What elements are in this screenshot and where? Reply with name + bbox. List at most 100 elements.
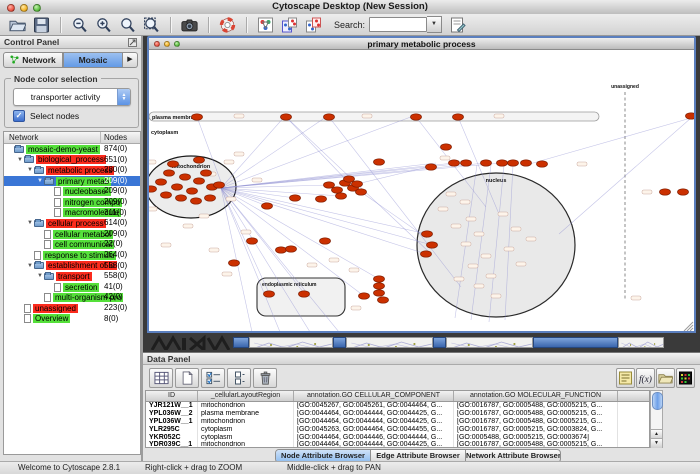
network-node[interactable]: [686, 113, 695, 119]
network-node[interactable]: [262, 203, 273, 209]
collapse-arrow-icon[interactable]: ▼: [26, 220, 34, 226]
network-node[interactable]: [481, 160, 492, 166]
collapse-arrow-icon[interactable]: ▼: [36, 178, 44, 184]
column-header[interactable]: annotation.GO CELLULAR_COMPONENT: [294, 391, 454, 401]
network-node[interactable]: [324, 182, 335, 188]
network-node[interactable]: [374, 159, 385, 165]
collapse-arrow-icon[interactable]: ▼: [16, 157, 24, 163]
minimize-button[interactable]: [20, 4, 28, 12]
select-nodes-checkbox[interactable]: ✓: [13, 110, 25, 122]
network-node[interactable]: [276, 247, 287, 253]
network-node[interactable]: [164, 170, 175, 176]
help-icon[interactable]: [216, 15, 238, 34]
window-resize-grip[interactable]: [684, 322, 693, 331]
network-node[interactable]: [461, 160, 472, 166]
minimized-window-thumbnail[interactable]: [446, 337, 533, 348]
collapse-arrow-icon[interactable]: ▼: [36, 273, 44, 279]
delete-icon[interactable]: [253, 368, 277, 388]
network-node[interactable]: [332, 187, 343, 193]
notes-icon[interactable]: [616, 368, 635, 388]
network-node[interactable]: [508, 160, 519, 166]
network-node[interactable]: [168, 161, 179, 167]
network-node[interactable]: [411, 114, 422, 120]
network-node[interactable]: [352, 181, 363, 187]
network-node[interactable]: [427, 242, 438, 248]
tree-row[interactable]: nitrogen compo209(0): [4, 197, 140, 208]
minimized-network-glyph[interactable]: [150, 335, 232, 350]
network-node[interactable]: [247, 238, 258, 244]
table-row[interactable]: YPL036W__1mitochondrion[GO:0044464, GO:0…: [146, 418, 649, 426]
search-input[interactable]: [369, 17, 427, 32]
network-node[interactable]: [344, 176, 355, 182]
zoom-fit-icon[interactable]: [140, 15, 162, 34]
unselect-attributes-icon[interactable]: [227, 368, 251, 388]
network-node[interactable]: [374, 283, 385, 289]
network-node[interactable]: [149, 186, 157, 192]
network-node[interactable]: [678, 189, 689, 195]
minimized-window-titlebar[interactable]: [433, 337, 446, 348]
tree-row[interactable]: ▼primary metab209(0): [4, 176, 140, 187]
collapse-arrow-icon[interactable]: ▼: [26, 167, 34, 173]
network-node[interactable]: [191, 198, 202, 204]
network-node[interactable]: [290, 195, 301, 201]
tab-network[interactable]: Network: [3, 52, 63, 68]
minimized-window-titlebar[interactable]: [533, 337, 618, 348]
tab-mosaic[interactable]: Mosaic: [63, 52, 123, 68]
tree-row[interactable]: ▼cellular process614(0): [4, 218, 140, 229]
network-node[interactable]: [316, 196, 327, 202]
import-folder-icon[interactable]: [656, 368, 675, 388]
minimized-window-thumbnail[interactable]: [618, 337, 664, 348]
scroll-down-arrow[interactable]: ▼: [651, 438, 662, 448]
network-node[interactable]: [299, 291, 310, 297]
table-row[interactable]: YLR295Ccytoplasm[GO:0045263, GO:0044464,…: [146, 426, 649, 434]
network-node[interactable]: [187, 188, 198, 194]
minimized-window-thumbnail[interactable]: [249, 337, 333, 348]
network-node[interactable]: [497, 160, 508, 166]
network-node[interactable]: [660, 189, 671, 195]
network-node[interactable]: [205, 195, 216, 201]
table-row[interactable]: YPL036W__2plasma membrane[GO:0044464, GO…: [146, 410, 649, 418]
select-attributes-icon[interactable]: [201, 368, 225, 388]
network-node[interactable]: [156, 179, 167, 185]
network-node[interactable]: [161, 192, 172, 198]
network-tool-icon-2[interactable]: [278, 15, 300, 34]
tree-row[interactable]: ▼establishment of lo558(0): [4, 261, 140, 272]
matrix-icon[interactable]: [676, 368, 695, 388]
zoom-out-icon[interactable]: [68, 15, 90, 34]
table-icon[interactable]: [149, 368, 173, 388]
tab-overflow-arrow[interactable]: ▶: [123, 52, 138, 68]
network-node[interactable]: [421, 251, 432, 257]
network-node[interactable]: [426, 164, 437, 170]
network-node[interactable]: [378, 297, 389, 303]
network-node[interactable]: [441, 144, 452, 150]
tree-row[interactable]: ▼biological_process651(0): [4, 155, 140, 166]
node-color-dropdown[interactable]: transporter activity ▲▼: [13, 88, 131, 106]
zoom-in-icon[interactable]: [92, 15, 114, 34]
table-vertical-scrollbar[interactable]: ▲ ▼: [650, 390, 663, 448]
network-node[interactable]: [336, 193, 347, 199]
network-node[interactable]: [521, 160, 532, 166]
table-row[interactable]: YKR052Ccytoplasm[GO:0044464, GO:0044446,…: [146, 434, 649, 442]
function-icon[interactable]: f(x): [636, 368, 655, 388]
network-node[interactable]: [214, 182, 225, 188]
float-panel-icon[interactable]: [128, 38, 137, 47]
network-node[interactable]: [201, 170, 212, 176]
network-node[interactable]: [374, 290, 385, 296]
network-node[interactable]: [194, 178, 205, 184]
network-canvas[interactable]: plasma membranecytoplasmmitochondrionnuc…: [149, 50, 694, 331]
tree-row[interactable]: nucleobase-209(0): [4, 186, 140, 197]
tree-row[interactable]: cellular metabol209(0): [4, 229, 140, 240]
column-header[interactable]: ID: [146, 391, 198, 401]
network-node[interactable]: [537, 161, 548, 167]
minimized-window-titlebar[interactable]: [233, 337, 249, 348]
network-node[interactable]: [324, 114, 335, 120]
collapse-arrow-icon[interactable]: ▼: [26, 263, 34, 269]
close-button[interactable]: [7, 4, 15, 12]
network-node[interactable]: [374, 276, 385, 282]
snapshot-icon[interactable]: [178, 15, 200, 34]
tree-row[interactable]: ▼transport558(0): [4, 271, 140, 282]
network-node[interactable]: [422, 231, 433, 237]
network-node[interactable]: [194, 157, 205, 163]
network-node[interactable]: [192, 114, 203, 120]
network-node[interactable]: [320, 238, 331, 244]
